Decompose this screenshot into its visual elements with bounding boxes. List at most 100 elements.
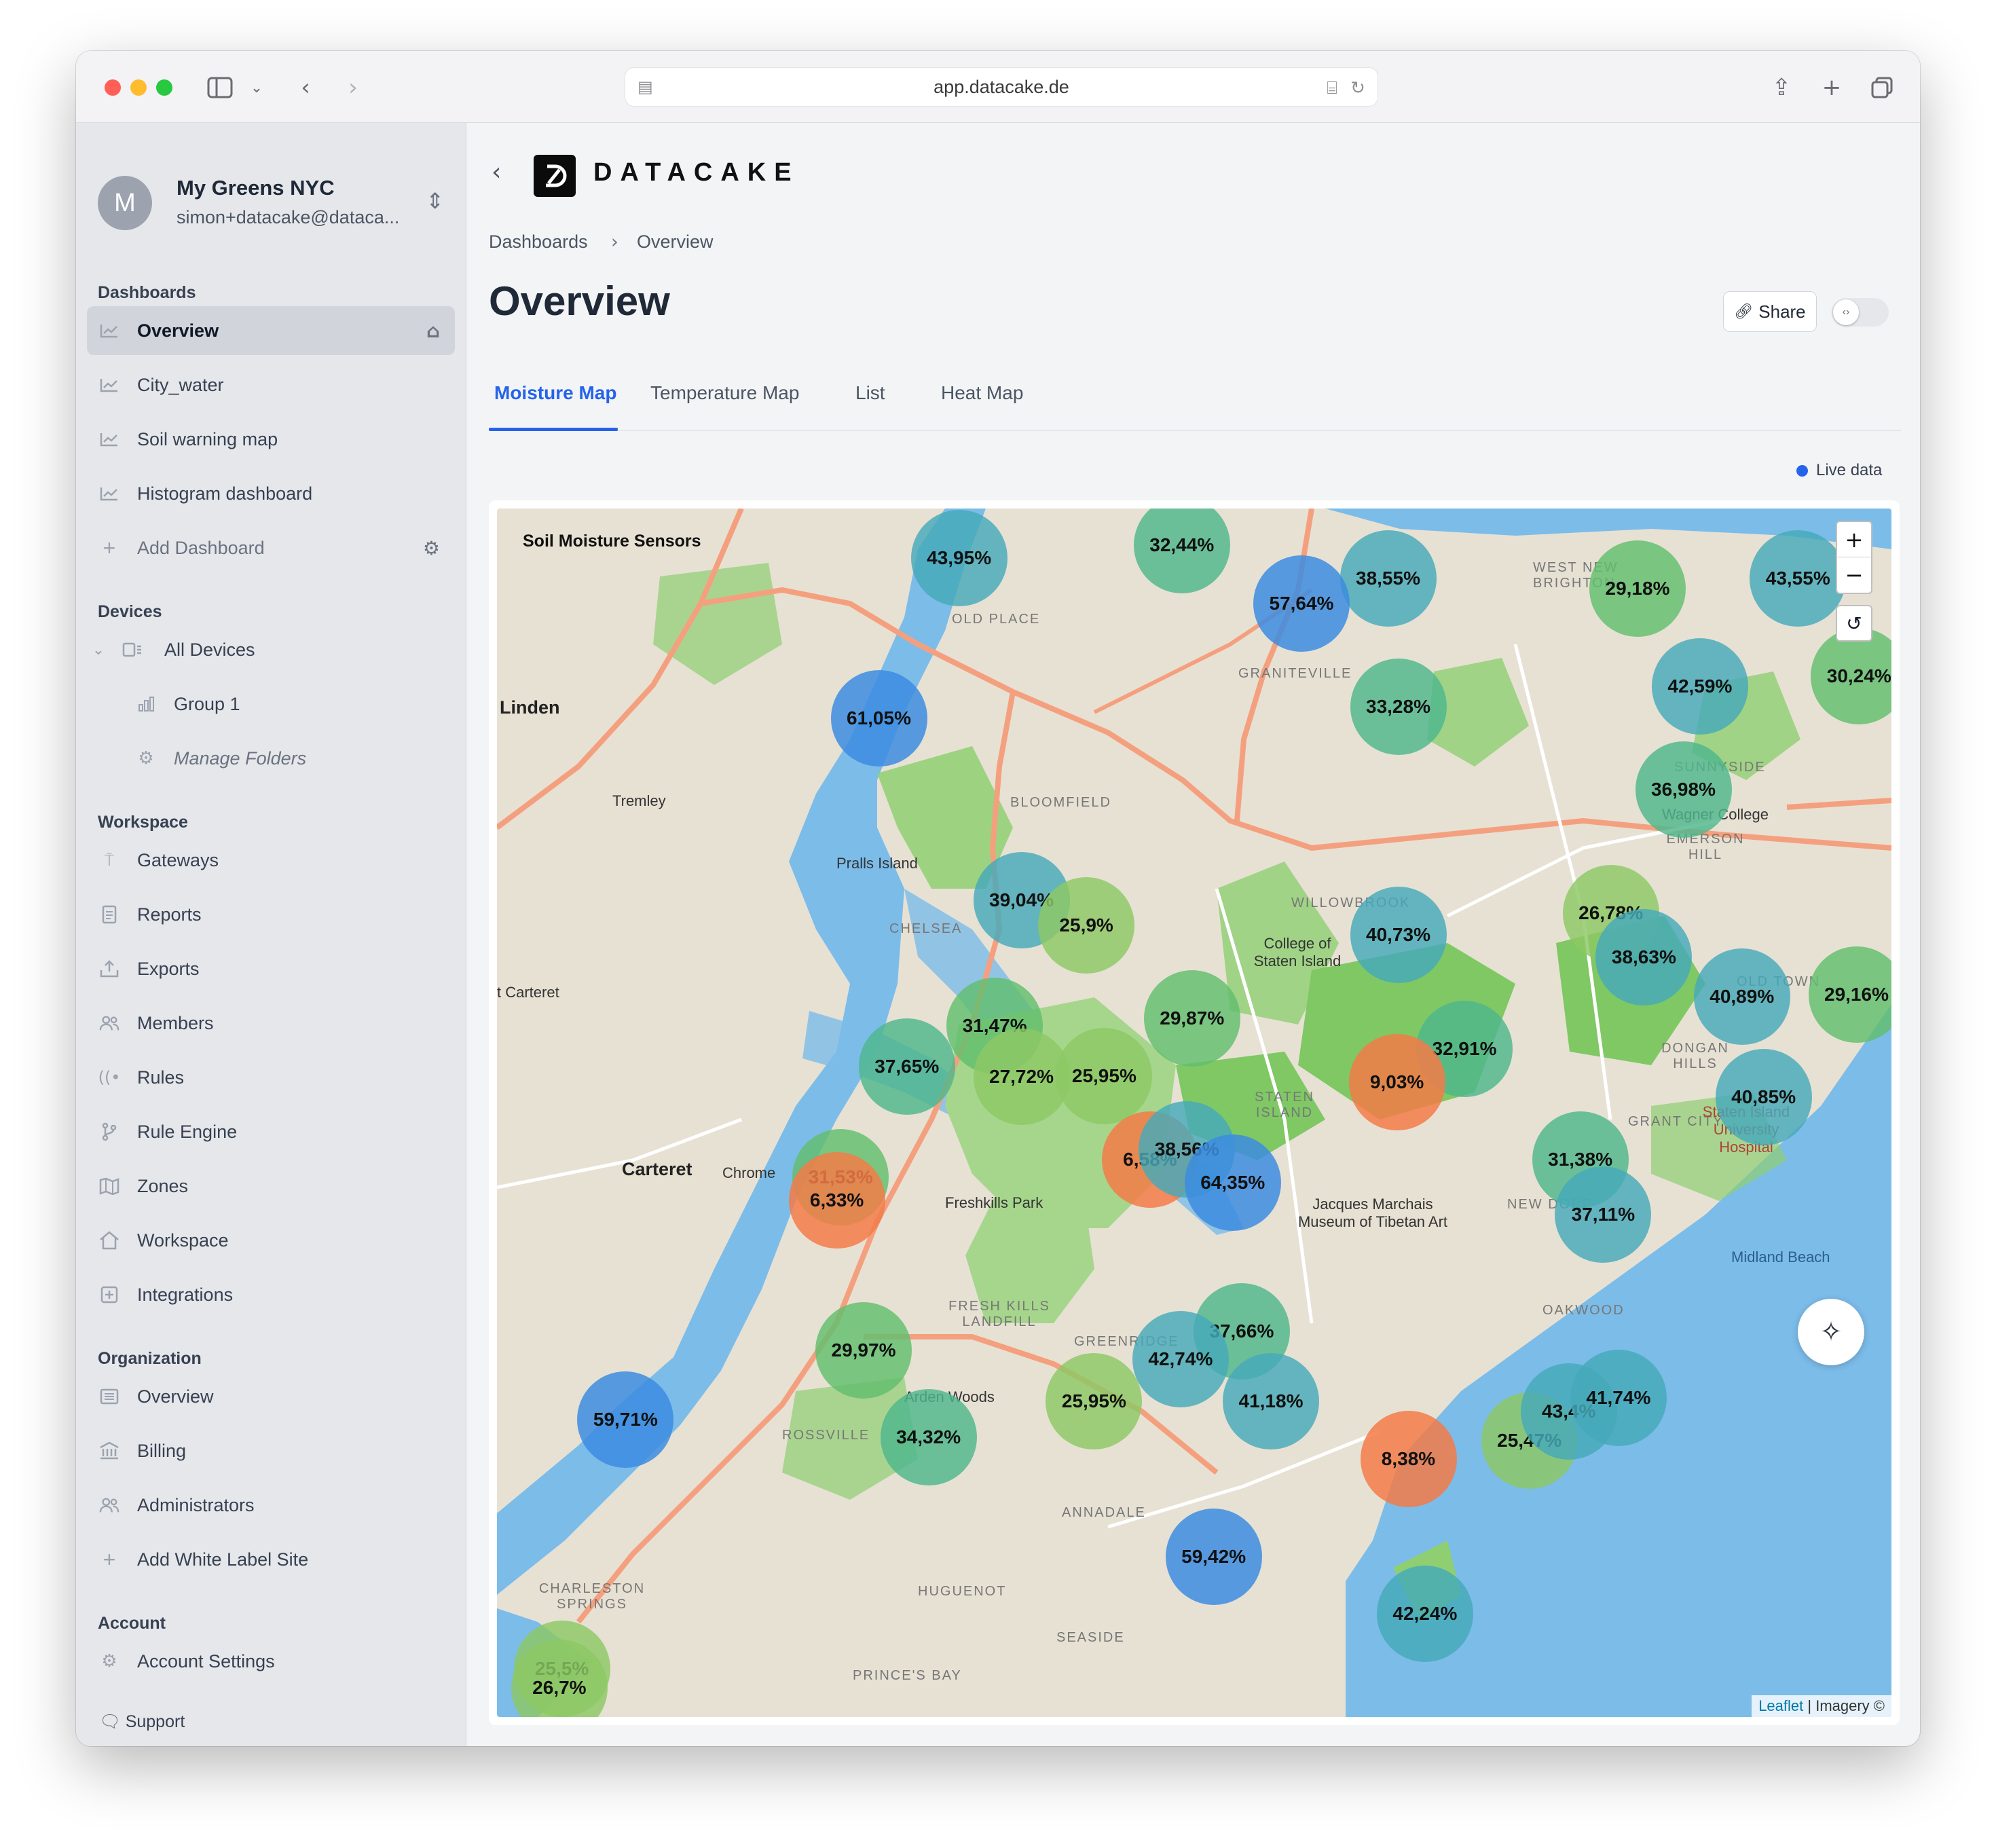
back-icon[interactable]: ‹: [291, 73, 320, 103]
users-icon: [99, 1013, 119, 1033]
export-icon: [99, 959, 119, 979]
embed-toggle[interactable]: ‹›: [1832, 298, 1889, 327]
tab-list[interactable]: List: [855, 382, 885, 430]
sensor-cluster-marker[interactable]: 61,05%: [830, 669, 927, 766]
sidebar-item-account-settings[interactable]: ⚙ Account Settings: [87, 1637, 455, 1686]
sidebar-item-integrations[interactable]: Integrations: [87, 1270, 455, 1319]
sidebar-item-histogram-dashboard[interactable]: Histogram dashboard: [87, 469, 455, 518]
sensor-cluster-marker[interactable]: 29,87%: [1143, 970, 1240, 1067]
sidebar-item-org-overview[interactable]: Overview: [87, 1372, 455, 1421]
sensor-cluster-marker[interactable]: 29,97%: [815, 1302, 912, 1399]
sidebar-item-soil-warning-map[interactable]: Soil warning map: [87, 415, 455, 464]
sidebar-item-billing[interactable]: Billing: [87, 1426, 455, 1475]
gear-icon[interactable]: ⚙: [423, 537, 440, 559]
sidebar-item-city-water[interactable]: City_water: [87, 361, 455, 409]
sensor-value: 59,42: [1181, 1545, 1230, 1567]
sensor-unit: %: [1699, 778, 1716, 800]
sidebar-item-rules[interactable]: ((• Rules: [87, 1053, 455, 1102]
translate-icon[interactable]: ⌸: [1322, 77, 1342, 98]
sidebar-item-workspace[interactable]: Workspace: [87, 1216, 455, 1265]
sensor-value: 41,74: [1586, 1386, 1634, 1408]
address-bar[interactable]: ▤ app.datacake.de ⌸ ↻: [625, 67, 1378, 107]
sensor-cluster-marker[interactable]: 38,63%: [1595, 909, 1693, 1006]
sensor-cluster-marker[interactable]: 37,65%: [858, 1018, 955, 1115]
sensor-cluster-marker[interactable]: 27,72%: [973, 1029, 1070, 1126]
support-link[interactable]: 🗨︎ Support: [99, 1712, 185, 1732]
sensor-cluster-marker[interactable]: 37,11%: [1555, 1166, 1652, 1263]
share-icon[interactable]: ⇪: [1767, 73, 1796, 103]
sensor-cluster-marker[interactable]: 57,64%: [1253, 555, 1350, 652]
chevron-down-icon[interactable]: ⌄: [88, 640, 109, 660]
sensor-cluster-marker[interactable]: 29,18%: [1589, 540, 1686, 637]
ai-assistant-button[interactable]: ✧: [1798, 1299, 1864, 1365]
add-white-label-site-button[interactable]: + Add White Label Site: [87, 1535, 455, 1584]
sensor-cluster-marker[interactable]: 9,03%: [1348, 1033, 1445, 1130]
sensor-cluster-marker[interactable]: 25,95%: [1046, 1353, 1143, 1450]
tab-moisture-map[interactable]: Moisture Map: [494, 382, 616, 430]
sidebar-item-group-1[interactable]: Group 1: [87, 680, 455, 728]
sidebar-item-all-devices[interactable]: ⌄ All Devices: [87, 625, 455, 674]
home-icon[interactable]: ⌂: [426, 320, 440, 342]
sensor-cluster-marker[interactable]: 25,9%: [1038, 877, 1135, 974]
sensor-value: 8,38: [1381, 1447, 1419, 1469]
sensor-cluster-marker[interactable]: 33,28%: [1350, 659, 1447, 756]
sensor-cluster-marker[interactable]: 64,35%: [1184, 1134, 1281, 1231]
sensor-cluster-marker[interactable]: 42,24%: [1376, 1566, 1473, 1663]
sidebar-item-gateways[interactable]: ⍑ Gateways: [87, 836, 455, 885]
tab-temperature-map[interactable]: Temperature Map: [650, 382, 799, 430]
sensor-unit: %: [1119, 1065, 1136, 1086]
sensor-value: 27,72: [989, 1066, 1037, 1088]
sensor-cluster-marker[interactable]: 40,85%: [1715, 1049, 1812, 1146]
map-canvas[interactable]: Soil Moisture Sensors Linden Tremley Car…: [497, 509, 1891, 1717]
zoom-in-button[interactable]: +: [1837, 522, 1871, 557]
sensor-cluster-marker[interactable]: 6,33%: [788, 1152, 885, 1249]
sensor-cluster-marker[interactable]: 25,95%: [1056, 1027, 1153, 1124]
sensor-cluster-marker[interactable]: 8,38%: [1360, 1410, 1457, 1507]
sensor-cluster-marker[interactable]: 42,59%: [1651, 638, 1748, 735]
sensor-cluster-marker[interactable]: 41,18%: [1223, 1353, 1319, 1450]
sidebar-item-zones[interactable]: Zones: [87, 1162, 455, 1211]
place-label: FRESH KILLS LANDFILL: [948, 1299, 1050, 1329]
sidebar-item-overview[interactable]: Overview ⌂: [87, 306, 455, 355]
sensor-cluster-marker[interactable]: 42,74%: [1132, 1311, 1229, 1408]
sidebar-item-label: Integrations: [137, 1284, 234, 1305]
share-button[interactable]: 🔗︎ Share: [1723, 291, 1817, 332]
sensor-cluster-marker[interactable]: 34,32%: [880, 1388, 977, 1485]
breadcrumb-dashboards[interactable]: Dashboards: [489, 232, 588, 253]
add-dashboard-button[interactable]: + Add Dashboard ⚙: [87, 523, 455, 572]
maximize-window-button[interactable]: [156, 79, 172, 96]
sensor-cluster-marker[interactable]: 36,98%: [1635, 741, 1732, 838]
sensor-cluster-marker[interactable]: 40,73%: [1350, 886, 1447, 983]
reset-view-icon[interactable]: ↺: [1836, 605, 1872, 642]
reload-icon[interactable]: ↻: [1348, 77, 1368, 98]
chevron-down-icon[interactable]: ⌄: [242, 73, 272, 103]
zoom-out-button[interactable]: −: [1837, 557, 1871, 593]
manage-folders-button[interactable]: ⚙ Manage Folders: [87, 734, 455, 783]
tab-overview-icon[interactable]: [1867, 73, 1897, 103]
back-icon[interactable]: ‹: [492, 158, 501, 186]
tab-heat-map[interactable]: Heat Map: [941, 382, 1023, 430]
org-switcher[interactable]: M My Greens NYC simon+datacake@dataca...…: [98, 173, 444, 233]
sensor-cluster-marker[interactable]: 40,89%: [1693, 948, 1790, 1046]
forward-icon[interactable]: ›: [338, 73, 368, 103]
new-tab-icon[interactable]: +: [1817, 73, 1847, 103]
close-window-button[interactable]: [105, 79, 121, 96]
sidebar-item-exports[interactable]: Exports: [87, 944, 455, 993]
sensor-cluster-marker[interactable]: 59,71%: [577, 1371, 674, 1468]
sidebar-item-rule-engine[interactable]: Rule Engine: [87, 1107, 455, 1156]
sidebar-item-administrators[interactable]: Administrators: [87, 1481, 455, 1530]
minimize-window-button[interactable]: [130, 79, 147, 96]
sidebar-toggle-icon[interactable]: [205, 73, 235, 103]
sensor-cluster-marker[interactable]: 43,95%: [910, 509, 1008, 606]
page-settings-icon[interactable]: ▤: [637, 77, 658, 98]
sidebar-item-members[interactable]: Members: [87, 999, 455, 1048]
sensor-cluster-marker[interactable]: 38,55%: [1339, 530, 1437, 627]
sidebar-item-reports[interactable]: Reports: [87, 890, 455, 939]
sensor-cluster-marker[interactable]: 43,55%: [1750, 530, 1847, 627]
sensor-value: 41,18: [1238, 1390, 1287, 1412]
map-attribution: Leaflet | Imagery ©: [1752, 1695, 1891, 1717]
sensor-cluster-marker[interactable]: 59,42%: [1165, 1508, 1262, 1605]
sensor-cluster-marker[interactable]: 41,74%: [1570, 1349, 1667, 1446]
chevron-up-down-icon[interactable]: ⇕: [426, 188, 444, 214]
leaflet-link[interactable]: Leaflet: [1758, 1697, 1803, 1714]
